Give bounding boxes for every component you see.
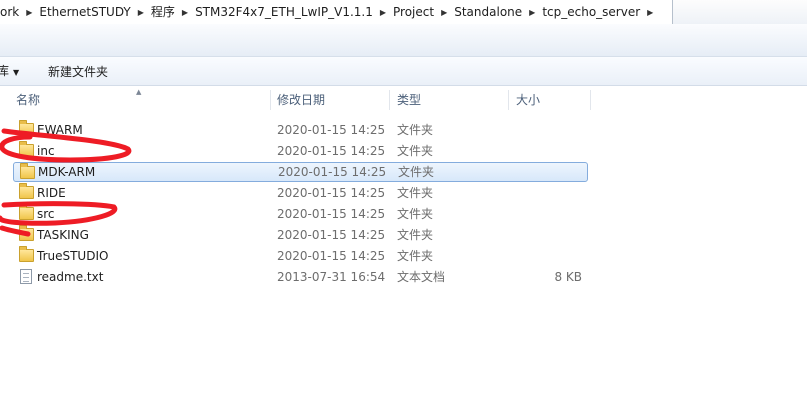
folder-icon: [20, 163, 35, 179]
column-header-size[interactable]: 大小: [516, 88, 540, 112]
file-type: 文件夹: [397, 207, 434, 221]
chevron-right-icon[interactable]: ▶: [181, 8, 189, 17]
breadcrumb-item[interactable]: 程序: [145, 1, 181, 23]
new-folder-button[interactable]: 新建文件夹: [48, 63, 108, 80]
file-date: 2013-07-31 16:54: [277, 270, 386, 284]
file-name: TASKING: [37, 228, 89, 242]
file-name: RIDE: [37, 186, 66, 200]
column-divider[interactable]: [508, 90, 509, 110]
column-divider[interactable]: [270, 90, 271, 110]
file-row-truestudio[interactable]: TrueSTUDIO 2020-01-15 14:25 文件夹: [13, 246, 586, 266]
file-row-ride[interactable]: RIDE 2020-01-15 14:25 文件夹: [13, 183, 586, 203]
column-divider[interactable]: [389, 90, 390, 110]
column-header-type[interactable]: 类型: [397, 88, 421, 112]
column-header-date[interactable]: 修改日期: [277, 88, 325, 112]
file-type: 文件夹: [397, 186, 434, 200]
folder-icon: [19, 183, 34, 199]
file-name: EWARM: [37, 123, 83, 137]
organize-label: 库: [0, 64, 10, 78]
chevron-right-icon[interactable]: ▶: [137, 8, 145, 17]
file-date: 2020-01-15 14:25: [277, 228, 386, 242]
toolbar: 库 ▼ 新建文件夹: [0, 57, 807, 86]
sort-ascending-icon: ▲: [136, 88, 142, 96]
chevron-right-icon[interactable]: ▶: [25, 8, 33, 17]
file-name: inc: [37, 144, 55, 158]
breadcrumb-item[interactable]: tcp_echo_server: [536, 1, 646, 23]
chevron-right-icon[interactable]: ▶: [379, 8, 387, 17]
file-size: 8 KB: [554, 270, 582, 284]
breadcrumb-item[interactable]: Standalone: [448, 1, 528, 23]
folder-icon: [19, 225, 34, 241]
folder-icon: [19, 120, 34, 136]
file-name: TrueSTUDIO: [37, 249, 109, 263]
file-row-src[interactable]: src 2020-01-15 14:25 文件夹: [13, 204, 586, 224]
chevron-right-icon[interactable]: ▶: [528, 8, 536, 17]
file-row-ewarm[interactable]: EWARM 2020-01-15 14:25 文件夹: [13, 120, 586, 140]
file-type: 文件夹: [397, 123, 434, 137]
file-row-readme[interactable]: readme.txt 2013-07-31 16:54 文本文档 8 KB: [13, 267, 586, 287]
column-header-name[interactable]: 名称: [16, 88, 40, 112]
file-name: MDK-ARM: [38, 165, 96, 179]
menu-band: [0, 24, 807, 57]
folder-icon: [19, 246, 34, 262]
file-date: 2020-01-15 14:25: [278, 165, 387, 179]
file-row-inc[interactable]: inc 2020-01-15 14:25 文件夹: [13, 141, 586, 161]
file-type: 文件夹: [397, 249, 434, 263]
address-bar[interactable]: ork ▶ EthernetSTUDY ▶ 程序 ▶ STM32F4x7_ETH…: [0, 0, 807, 25]
organize-button[interactable]: 库 ▼: [0, 62, 19, 79]
text-file-icon: [20, 269, 32, 284]
file-date: 2020-01-15 14:25: [277, 249, 386, 263]
file-name: src: [37, 207, 55, 221]
chevron-right-icon[interactable]: ▶: [440, 8, 448, 17]
folder-icon: [19, 204, 34, 220]
file-row-tasking[interactable]: TASKING 2020-01-15 14:25 文件夹: [13, 225, 586, 245]
breadcrumb-item[interactable]: STM32F4x7_ETH_LwIP_V1.1.1: [189, 1, 379, 23]
breadcrumb[interactable]: ork ▶ EthernetSTUDY ▶ 程序 ▶ STM32F4x7_ETH…: [0, 0, 673, 25]
file-type: 文件夹: [397, 228, 434, 242]
folder-icon: [19, 141, 34, 157]
file-type: 文件夹: [397, 144, 434, 158]
breadcrumb-item[interactable]: Project: [387, 1, 440, 23]
file-date: 2020-01-15 14:25: [277, 207, 386, 221]
column-divider[interactable]: [590, 90, 591, 110]
file-row-mdk-arm[interactable]: MDK-ARM 2020-01-15 14:25 文件夹: [13, 162, 588, 182]
dropdown-arrow-icon: ▼: [13, 68, 20, 77]
column-header-row: 名称 修改日期 类型 大小: [0, 88, 807, 112]
file-type: 文本文档: [397, 270, 446, 284]
breadcrumb-item[interactable]: ork: [0, 1, 25, 23]
file-date: 2020-01-15 14:25: [277, 144, 386, 158]
file-name: readme.txt: [37, 270, 104, 284]
file-type: 文件夹: [398, 165, 435, 179]
file-date: 2020-01-15 14:25: [277, 186, 386, 200]
chevron-right-icon[interactable]: ▶: [646, 8, 654, 17]
breadcrumb-item[interactable]: EthernetSTUDY: [33, 1, 136, 23]
file-date: 2020-01-15 14:25: [277, 123, 386, 137]
